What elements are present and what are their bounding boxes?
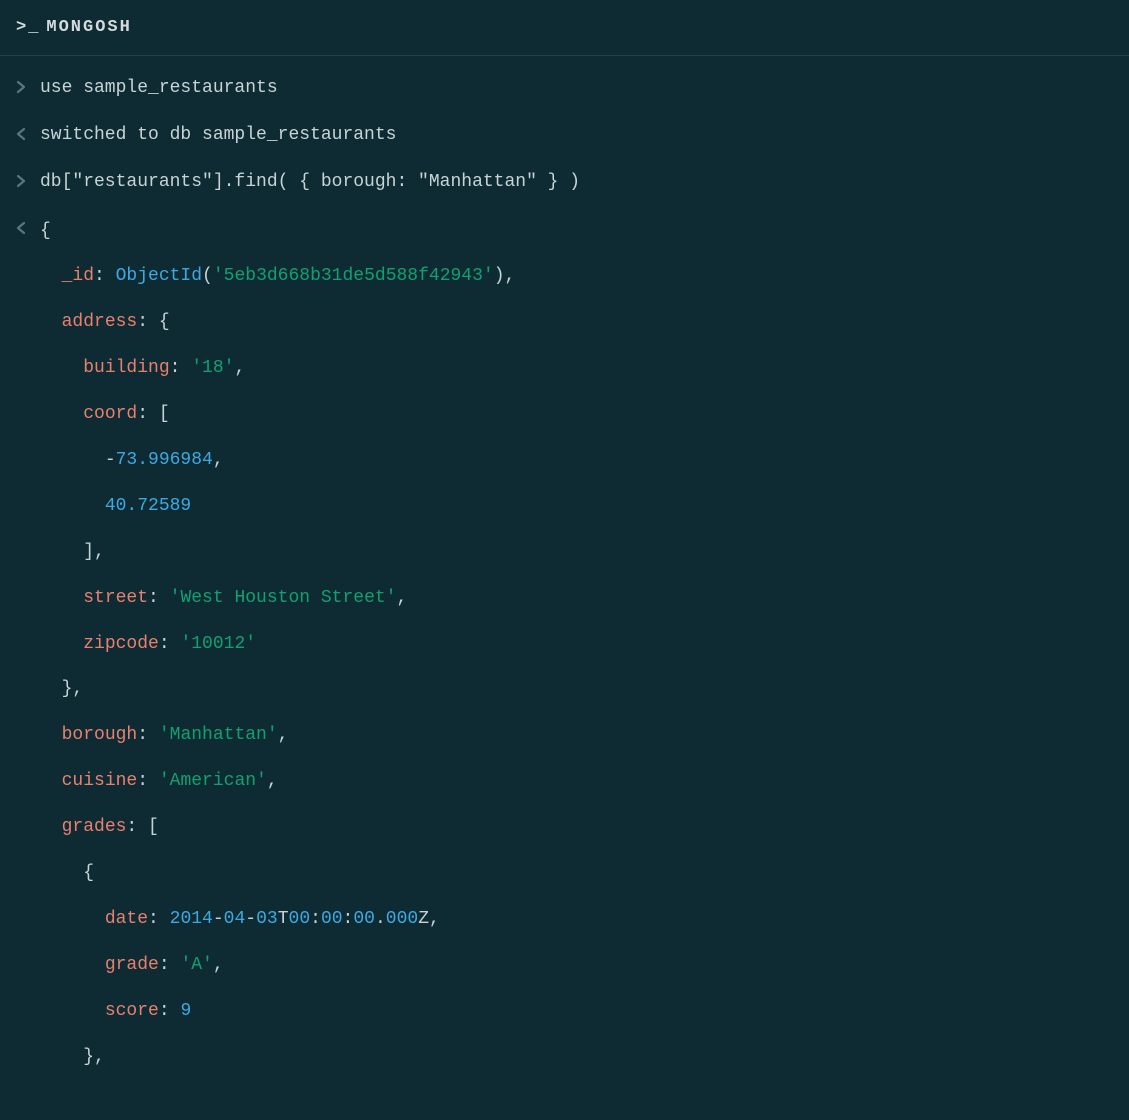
console-area[interactable]: use sample_restaurants switched to db sa… [0, 56, 1129, 1080]
document-json: { _id: ObjectId('5eb3d668b31de5d588f4294… [40, 209, 1113, 1081]
input-line-2: db["restaurants"].find( { borough: "Manh… [16, 168, 1113, 197]
mongosh-header[interactable]: >_ MONGOSH [0, 0, 1129, 56]
input-chevron-icon [16, 74, 30, 94]
prompt-icon: >_ [16, 14, 40, 41]
output-document: { _id: ObjectId('5eb3d668b31de5d588f4294… [16, 215, 1113, 1081]
output-line-1: switched to db sample_restaurants [16, 121, 1113, 150]
command-text: db["restaurants"].find( { borough: "Manh… [40, 168, 1113, 197]
input-line-1: use sample_restaurants [16, 74, 1113, 103]
header-title: MONGOSH [46, 14, 131, 41]
response-text: switched to db sample_restaurants [40, 121, 1113, 150]
command-text: use sample_restaurants [40, 74, 1113, 103]
output-chevron-icon [16, 121, 30, 141]
input-chevron-icon [16, 168, 30, 188]
output-chevron-icon [16, 215, 30, 235]
